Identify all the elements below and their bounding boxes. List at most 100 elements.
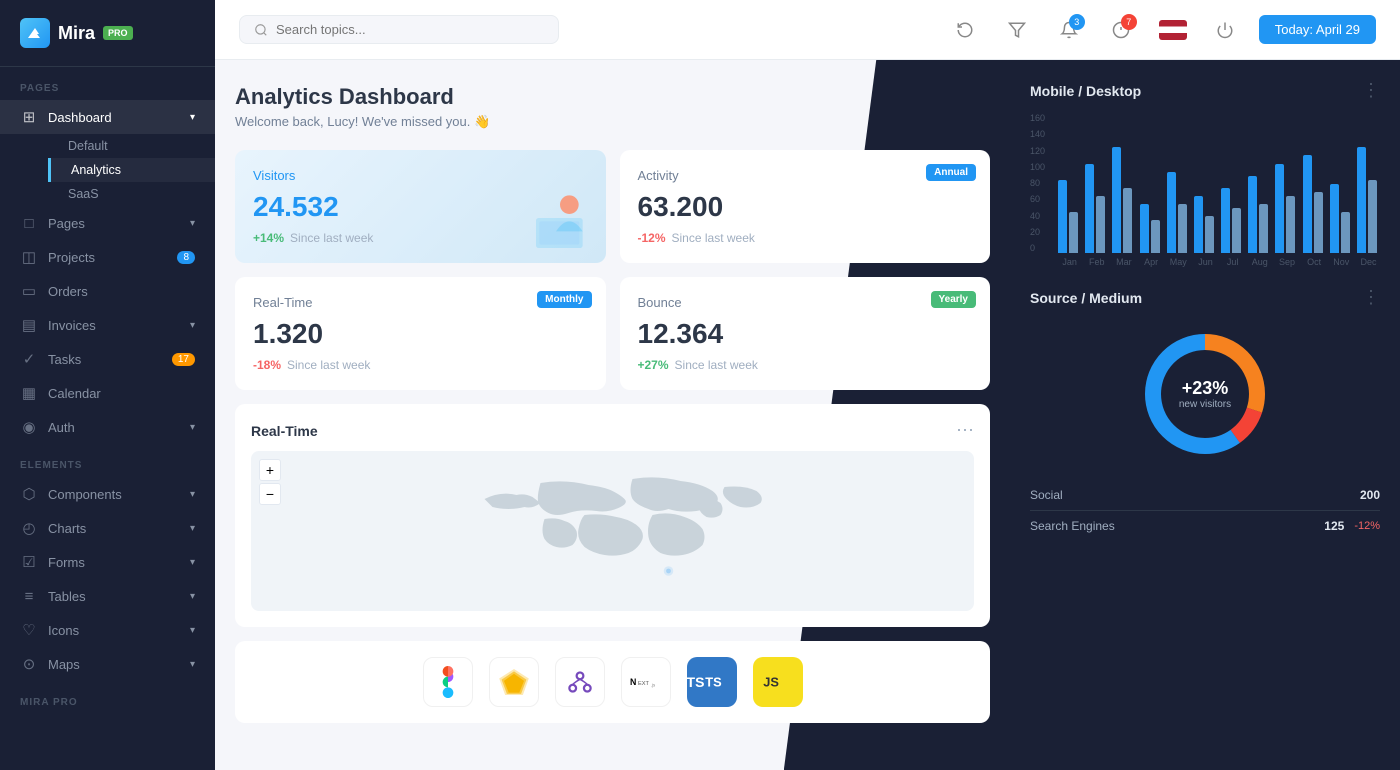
sidebar-item-auth[interactable]: ◉ Auth ▾ — [0, 410, 215, 444]
bar-secondary — [1178, 204, 1187, 253]
sidebar-item-label: SaaS — [68, 187, 99, 201]
alerts-button[interactable]: 7 — [1103, 12, 1139, 48]
bars-area: JanFebMarAprMayJunJulAugSepOctNovDec — [1030, 113, 1380, 267]
sidebar-item-analytics[interactable]: Analytics — [48, 158, 215, 182]
sidebar-item-label: Charts — [48, 521, 86, 536]
sidebar-item-pages[interactable]: □ Pages ▾ — [0, 206, 215, 240]
stat-card-activity: Annual Activity 63.200 -12% Since last w… — [620, 150, 991, 263]
donut-center: +23% new visitors — [1179, 378, 1231, 410]
bar-label: May — [1167, 257, 1190, 267]
sidebar-item-components[interactable]: ⬡ Components ▾ — [0, 477, 215, 511]
bar-label: Aug — [1248, 257, 1271, 267]
sidebar-item-calendar[interactable]: ▦ Calendar — [0, 376, 215, 410]
chart-header: Mobile / Desktop ⋮ — [1030, 80, 1380, 101]
section-label-elements: ELEMENTS — [0, 444, 215, 477]
date-button[interactable]: Today: April 29 — [1259, 15, 1376, 44]
sidebar-item-label: Forms — [48, 555, 85, 570]
sidebar-item-invoices[interactable]: ▤ Invoices ▾ — [0, 308, 215, 342]
bar-x-labels: JanFebMarAprMayJunJulAugSepOctNovDec — [1058, 257, 1380, 267]
redux-logo — [555, 657, 605, 707]
bar-chart — [1058, 113, 1380, 253]
stat-label: Activity — [638, 168, 973, 183]
zoom-in-button[interactable]: + — [259, 459, 281, 481]
stat-card-realtime: Monthly Real-Time 1.320 -18% Since last … — [235, 277, 606, 390]
icons-icon: ♡ — [20, 621, 38, 639]
chevron-down-icon: ▾ — [190, 625, 195, 636]
change-value: -12% — [638, 231, 666, 245]
more-options-button[interactable]: ⋯ — [956, 420, 974, 441]
topbar: 3 7 Today: April 29 — [215, 0, 1400, 60]
zoom-out-button[interactable]: − — [259, 483, 281, 505]
bar-label: Mar — [1112, 257, 1135, 267]
bar-chart-container: 160 140 120 100 80 60 40 20 0 JanFebMarA… — [1030, 113, 1380, 267]
invoices-icon: ▤ — [20, 316, 38, 334]
sidebar-item-label: Icons — [48, 623, 79, 638]
bar-secondary — [1123, 188, 1132, 253]
source-more-button[interactable]: ⋮ — [1362, 287, 1380, 308]
sidebar-item-projects[interactable]: ◫ Projects 8 — [0, 240, 215, 274]
bar-label: Dec — [1357, 257, 1380, 267]
sidebar-item-label: Calendar — [48, 386, 101, 401]
bar-label: Jun — [1194, 257, 1217, 267]
app-name: Mira — [58, 23, 95, 44]
alerts-badge: 7 — [1121, 14, 1137, 30]
page-subtitle: Welcome back, Lucy! We've missed you. 👋 — [235, 114, 990, 130]
refresh-button[interactable] — [947, 12, 983, 48]
search-box[interactable] — [239, 15, 559, 44]
javascript-logo: JS — [753, 657, 803, 707]
map-zoom-controls: + − — [259, 459, 281, 505]
stat-card-visitors: Visitors 24.532 +14% Since last week — [235, 150, 606, 263]
bar-primary — [1330, 184, 1339, 253]
search-input[interactable] — [276, 22, 476, 37]
source-header: Source / Medium ⋮ — [1030, 287, 1380, 308]
sidebar-item-label: Projects — [48, 250, 95, 265]
stat-badge: Monthly — [537, 291, 591, 308]
bar-secondary — [1341, 212, 1350, 253]
sidebar-item-tables[interactable]: ≡ Tables ▾ — [0, 579, 215, 613]
bar-group — [1303, 155, 1326, 253]
sidebar-item-label: Default — [68, 139, 108, 153]
bar-group — [1357, 147, 1380, 253]
sidebar-item-maps[interactable]: ⊙ Maps ▾ — [0, 647, 215, 681]
sidebar-item-saas[interactable]: SaaS — [48, 182, 215, 206]
sidebar-item-orders[interactable]: ▭ Orders — [0, 274, 215, 308]
tables-icon: ≡ — [20, 587, 38, 605]
notifications-button[interactable]: 3 — [1051, 12, 1087, 48]
chevron-down-icon: ▾ — [190, 659, 195, 670]
sidebar-item-forms[interactable]: ☑ Forms ▾ — [0, 545, 215, 579]
bar-primary — [1112, 147, 1121, 253]
map-title: Real-Time — [251, 423, 318, 439]
source-value: 125 — [1324, 519, 1344, 533]
source-change: -12% — [1354, 520, 1380, 532]
bar-label: Jan — [1058, 257, 1081, 267]
sidebar-item-charts[interactable]: ◴ Charts ▾ — [0, 511, 215, 545]
dashboard-submenu: Default Analytics SaaS — [0, 134, 215, 206]
stat-label: Bounce — [638, 295, 973, 310]
stat-label: Visitors — [253, 168, 588, 183]
stat-badge: Yearly — [931, 291, 976, 308]
sidebar-item-icons[interactable]: ♡ Icons ▾ — [0, 613, 215, 647]
section-label-pages: PAGES — [0, 67, 215, 100]
components-icon: ⬡ — [20, 485, 38, 503]
chevron-down-icon: ▾ — [190, 523, 195, 534]
projects-icon: ◫ — [20, 248, 38, 266]
chevron-down-icon: ▾ — [190, 320, 195, 331]
svg-text:N: N — [630, 677, 636, 687]
maps-icon: ⊙ — [20, 655, 38, 673]
sidebar-item-dashboard[interactable]: ⊞ Dashboard ▾ — [0, 100, 215, 134]
sidebar-item-default[interactable]: Default — [48, 134, 215, 158]
bar-secondary — [1069, 212, 1078, 253]
bar-primary — [1140, 204, 1149, 253]
sidebar-item-tasks[interactable]: ✓ Tasks 17 — [0, 342, 215, 376]
sidebar-item-label: Pages — [48, 216, 85, 231]
sidebar-item-label: Tasks — [48, 352, 81, 367]
power-button[interactable] — [1207, 12, 1243, 48]
filter-button[interactable] — [999, 12, 1035, 48]
flag-button[interactable] — [1155, 12, 1191, 48]
realtime-map-card: Real-Time ⋯ + − — [235, 404, 990, 627]
stat-value: 63.200 — [638, 191, 973, 223]
stat-value: 12.364 — [638, 318, 973, 350]
dark-content: Mobile / Desktop ⋮ 160 140 120 100 80 60… — [1010, 60, 1400, 770]
chart-more-button[interactable]: ⋮ — [1362, 80, 1380, 101]
sidebar-item-label: Components — [48, 487, 122, 502]
